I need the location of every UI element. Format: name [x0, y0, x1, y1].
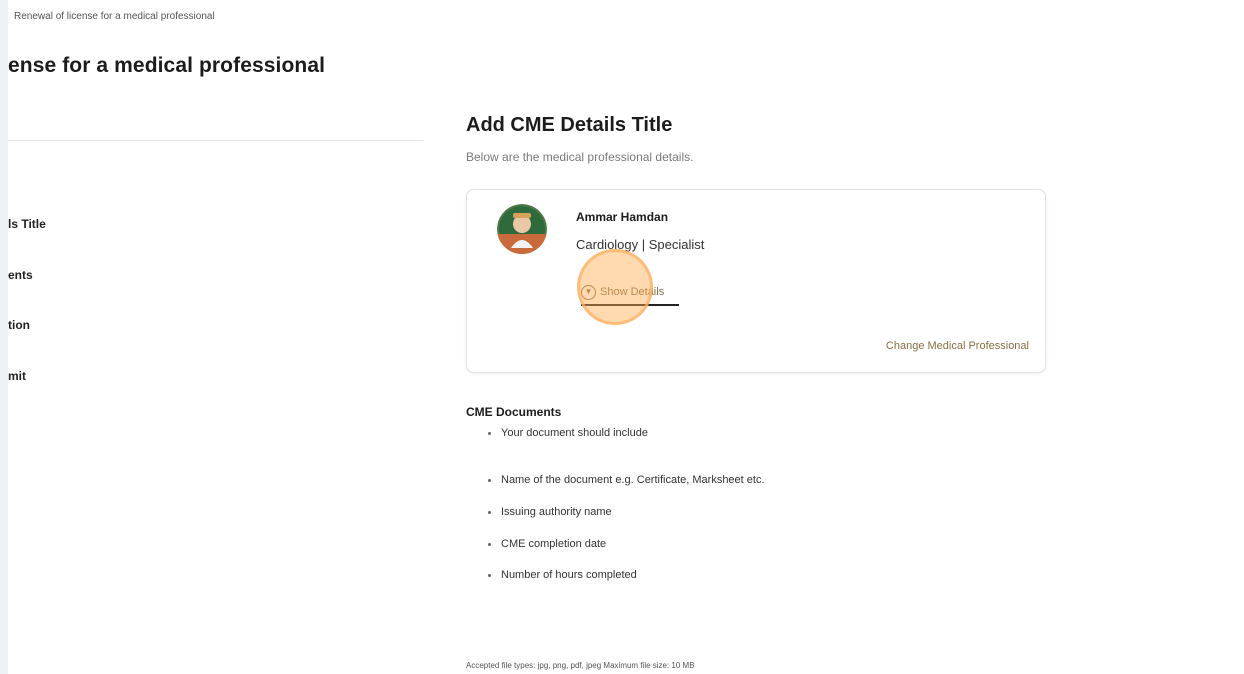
divider [8, 140, 423, 141]
step-documents[interactable]: ents [8, 268, 33, 282]
breadcrumb[interactable]: Renewal of license for a medical profess… [14, 11, 215, 22]
professional-card: Ammar Hamdan Cardiology | Specialist ▼ S… [466, 189, 1046, 373]
section-subtitle: Below are the medical professional detai… [466, 150, 694, 164]
chevron-down-circle-icon: ▼ [581, 284, 596, 300]
page-title: ense for a medical professional [8, 54, 326, 77]
cme-documents-title: CME Documents [466, 405, 562, 419]
show-details-label: Show Details [600, 286, 665, 298]
left-edge-strip [0, 0, 8, 674]
accepted-file-types-note: Accepted file types: jpg, png, pdf, jpeg… [466, 661, 695, 670]
list-item: Your document should include [488, 427, 648, 439]
list-item: Issuing authority name [488, 506, 612, 518]
step-cme-details-title[interactable]: ls Title [8, 217, 46, 231]
step-submit[interactable]: mit [8, 369, 26, 383]
list-item: Number of hours completed [488, 569, 637, 581]
avatar [497, 204, 547, 254]
list-item: Name of the document e.g. Certificate, M… [488, 474, 765, 486]
step-declaration[interactable]: tion [8, 318, 30, 332]
show-details-button[interactable]: ▼ Show Details [581, 280, 679, 306]
change-medical-professional-link[interactable]: Change Medical Professional [886, 340, 1029, 352]
list-item: CME completion date [488, 538, 606, 550]
professional-name: Ammar Hamdan [576, 210, 669, 224]
professional-specialty: Cardiology | Specialist [576, 237, 705, 252]
section-title: Add CME Details Title [466, 114, 673, 136]
